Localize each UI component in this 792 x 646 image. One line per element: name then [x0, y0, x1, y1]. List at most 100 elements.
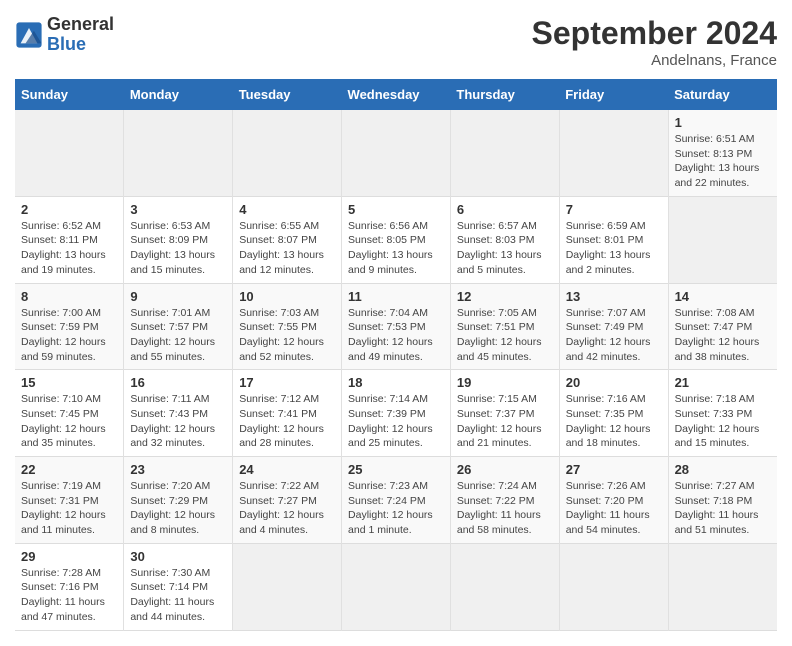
day-info: Sunrise: 7:04 AMSunset: 7:53 PMDaylight:…: [348, 307, 433, 363]
day-number: 18: [348, 375, 444, 390]
day-number: 27: [566, 462, 662, 477]
day-info: Sunrise: 7:19 AMSunset: 7:31 PMDaylight:…: [21, 480, 106, 536]
day-number: 23: [130, 462, 226, 477]
page-header: General Blue September 2024 Andelnans, F…: [15, 15, 777, 69]
day-info: Sunrise: 7:16 AMSunset: 7:35 PMDaylight:…: [566, 393, 651, 449]
day-number: 29: [21, 549, 117, 564]
calendar-cell: 22Sunrise: 7:19 AMSunset: 7:31 PMDayligh…: [15, 457, 124, 544]
calendar-cell: 2 Sunrise: 6:52 AMSunset: 8:11 PMDaylight…: [15, 196, 124, 283]
calendar-cell: 11 Sunrise: 7:04 AMSunset: 7:53 PMDayligh…: [342, 283, 451, 370]
header-friday: Friday: [559, 79, 668, 110]
calendar-week-3: 15 Sunrise: 7:10 AMSunset: 7:45 PMDayligh…: [15, 370, 777, 457]
day-number: 20: [566, 375, 662, 390]
calendar-cell: 3Sunrise: 6:53 AMSunset: 8:09 PMDaylight…: [124, 196, 233, 283]
day-number: 16: [130, 375, 226, 390]
calendar-cell: 10Sunrise: 7:03 AMSunset: 7:55 PMDayligh…: [233, 283, 342, 370]
calendar-cell: 18 Sunrise: 7:14 AMSunset: 7:39 PMDayligh…: [342, 370, 451, 457]
day-info: Sunrise: 7:14 AMSunset: 7:39 PMDaylight:…: [348, 393, 433, 449]
logo-blue-text: Blue: [47, 35, 114, 55]
day-info: Sunrise: 7:01 AMSunset: 7:57 PMDaylight:…: [130, 307, 215, 363]
calendar-cell: [124, 110, 233, 196]
calendar-cell: 4 Sunrise: 6:55 AMSunset: 8:07 PMDaylight…: [233, 196, 342, 283]
day-number: 2: [21, 202, 117, 217]
day-number: 24: [239, 462, 335, 477]
calendar-cell: 8Sunrise: 7:00 AMSunset: 7:59 PMDaylight…: [15, 283, 124, 370]
day-number: 26: [457, 462, 553, 477]
day-info: Sunrise: 7:07 AMSunset: 7:49 PMDaylight:…: [566, 307, 651, 363]
location-text: Andelnans, France: [532, 52, 777, 69]
day-info: Sunrise: 7:22 AMSunset: 7:27 PMDaylight:…: [239, 480, 324, 536]
day-number: 21: [675, 375, 771, 390]
calendar-cell: 1Sunrise: 6:51 AMSunset: 8:13 PMDaylight…: [668, 110, 777, 196]
day-number: 19: [457, 375, 553, 390]
day-number: 30: [130, 549, 226, 564]
calendar-cell: [233, 543, 342, 630]
day-info: Sunrise: 7:15 AMSunset: 7:37 PMDaylight:…: [457, 393, 542, 449]
calendar-cell: 29 Sunrise: 7:28 AMSunset: 7:16 PMDayligh…: [15, 543, 124, 630]
day-info: Sunrise: 7:12 AMSunset: 7:41 PMDaylight:…: [239, 393, 324, 449]
header-tuesday: Tuesday: [233, 79, 342, 110]
day-info: Sunrise: 7:05 AMSunset: 7:51 PMDaylight:…: [457, 307, 542, 363]
logo-general-text: General: [47, 15, 114, 35]
day-number: 5: [348, 202, 444, 217]
day-number: 17: [239, 375, 335, 390]
calendar-cell: 13Sunrise: 7:07 AMSunset: 7:49 PMDayligh…: [559, 283, 668, 370]
day-info: Sunrise: 7:03 AMSunset: 7:55 PMDaylight:…: [239, 307, 324, 363]
calendar-cell: [450, 543, 559, 630]
day-number: 14: [675, 289, 771, 304]
day-info: Sunrise: 7:11 AMSunset: 7:43 PMDaylight:…: [130, 393, 215, 449]
calendar-cell: 23 Sunrise: 7:20 AMSunset: 7:29 PMDayligh…: [124, 457, 233, 544]
day-info: Sunrise: 7:27 AMSunset: 7:18 PMDaylight:…: [675, 480, 759, 536]
calendar-cell: 17 Sunrise: 7:12 AMSunset: 7:41 PMDayligh…: [233, 370, 342, 457]
logo-text: General Blue: [47, 15, 114, 55]
calendar-cell: 21Sunrise: 7:18 AMSunset: 7:33 PMDayligh…: [668, 370, 777, 457]
calendar-cell: 15 Sunrise: 7:10 AMSunset: 7:45 PMDayligh…: [15, 370, 124, 457]
day-number: 7: [566, 202, 662, 217]
day-info: Sunrise: 7:20 AMSunset: 7:29 PMDaylight:…: [130, 480, 215, 536]
month-title: September 2024: [532, 15, 777, 52]
day-info: Sunrise: 7:28 AMSunset: 7:16 PMDaylight:…: [21, 567, 105, 623]
day-info: Sunrise: 6:52 AMSunset: 8:11 PMDaylight:…: [21, 220, 106, 276]
logo: General Blue: [15, 15, 114, 55]
day-number: 25: [348, 462, 444, 477]
header-thursday: Thursday: [450, 79, 559, 110]
day-info: Sunrise: 7:30 AMSunset: 7:14 PMDaylight:…: [130, 567, 214, 623]
calendar-week-1b: 2 Sunrise: 6:52 AMSunset: 8:11 PMDaylight…: [15, 196, 777, 283]
calendar-cell: 12 Sunrise: 7:05 AMSunset: 7:51 PMDayligh…: [450, 283, 559, 370]
day-info: Sunrise: 6:59 AMSunset: 8:01 PMDaylight:…: [566, 220, 651, 276]
day-number: 6: [457, 202, 553, 217]
header-sunday: Sunday: [15, 79, 124, 110]
calendar-cell: 27Sunrise: 7:26 AMSunset: 7:20 PMDayligh…: [559, 457, 668, 544]
calendar-week-1: 1Sunrise: 6:51 AMSunset: 8:13 PMDaylight…: [15, 110, 777, 196]
calendar-week-4: 22Sunrise: 7:19 AMSunset: 7:31 PMDayligh…: [15, 457, 777, 544]
calendar-cell: 26 Sunrise: 7:24 AMSunset: 7:22 PMDayligh…: [450, 457, 559, 544]
calendar-cell: 6Sunrise: 6:57 AMSunset: 8:03 PMDaylight…: [450, 196, 559, 283]
day-number: 12: [457, 289, 553, 304]
calendar-cell: [559, 543, 668, 630]
day-info: Sunrise: 7:23 AMSunset: 7:24 PMDaylight:…: [348, 480, 433, 536]
calendar-cell: 7 Sunrise: 6:59 AMSunset: 8:01 PMDaylight…: [559, 196, 668, 283]
calendar-cell: 30 Sunrise: 7:30 AMSunset: 7:14 PMDayligh…: [124, 543, 233, 630]
day-info: Sunrise: 7:00 AMSunset: 7:59 PMDaylight:…: [21, 307, 106, 363]
calendar-cell: 24 Sunrise: 7:22 AMSunset: 7:27 PMDayligh…: [233, 457, 342, 544]
day-info: Sunrise: 7:24 AMSunset: 7:22 PMDaylight:…: [457, 480, 541, 536]
calendar-cell: 9 Sunrise: 7:01 AMSunset: 7:57 PMDaylight…: [124, 283, 233, 370]
calendar-cell: [233, 110, 342, 196]
day-info: Sunrise: 6:53 AMSunset: 8:09 PMDaylight:…: [130, 220, 215, 276]
calendar-cell: [15, 110, 124, 196]
day-number: 15: [21, 375, 117, 390]
day-info: Sunrise: 6:56 AMSunset: 8:05 PMDaylight:…: [348, 220, 433, 276]
calendar-header-row: SundayMondayTuesdayWednesdayThursdayFrid…: [15, 79, 777, 110]
day-info: Sunrise: 7:10 AMSunset: 7:45 PMDaylight:…: [21, 393, 106, 449]
calendar-cell: 19 Sunrise: 7:15 AMSunset: 7:37 PMDayligh…: [450, 370, 559, 457]
calendar-cell: [668, 196, 777, 283]
day-info: Sunrise: 6:51 AMSunset: 8:13 PMDaylight:…: [675, 133, 760, 189]
day-number: 11: [348, 289, 444, 304]
day-number: 4: [239, 202, 335, 217]
calendar-cell: [342, 110, 451, 196]
calendar-cell: 20 Sunrise: 7:16 AMSunset: 7:35 PMDayligh…: [559, 370, 668, 457]
calendar-week-5: 29 Sunrise: 7:28 AMSunset: 7:16 PMDayligh…: [15, 543, 777, 630]
day-number: 9: [130, 289, 226, 304]
calendar-cell: 28Sunrise: 7:27 AMSunset: 7:18 PMDayligh…: [668, 457, 777, 544]
day-info: Sunrise: 6:55 AMSunset: 8:07 PMDaylight:…: [239, 220, 324, 276]
